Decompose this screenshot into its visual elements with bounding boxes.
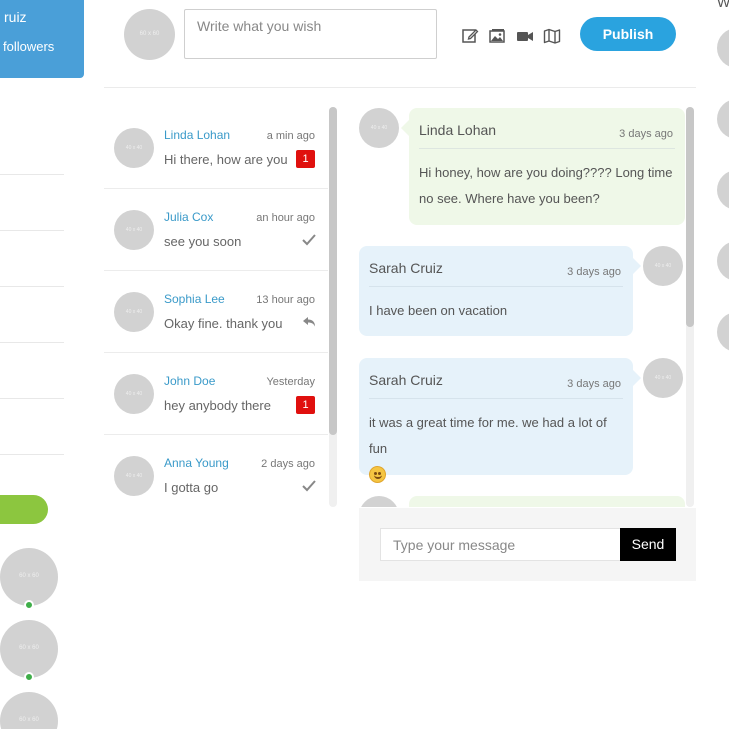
online-status-dot: [24, 600, 34, 610]
check-icon: [302, 234, 316, 246]
map-icon[interactable]: [543, 27, 561, 45]
message-bubble: Linda Lohan 3 days ago Hi honey, how are…: [401, 108, 685, 225]
suggested-avatar[interactable]: [717, 312, 729, 352]
message-time: 3 days ago: [619, 128, 673, 140]
message-sender: Sarah Cruiz: [369, 372, 443, 388]
green-action-button[interactable]: [0, 495, 48, 524]
send-button[interactable]: Send: [620, 528, 676, 561]
conversation-preview: I gotta go: [164, 480, 219, 495]
left-nav-divider: [0, 174, 64, 175]
profile-card[interactable]: ruiz followers: [0, 0, 84, 78]
conversation-time: a min ago: [266, 130, 315, 142]
avatar: 40 x 40: [114, 374, 154, 414]
conversation-name: Anna Young: [164, 456, 229, 470]
message-text: I have been on vacation: [369, 303, 508, 318]
conversation-preview: hey anybody there: [164, 398, 271, 413]
post-input[interactable]: [184, 9, 437, 59]
conversation-scrollbar[interactable]: [329, 107, 337, 435]
suggested-avatar[interactable]: [717, 241, 729, 281]
conversation-name: Julia Cox: [164, 210, 214, 224]
friend-avatar[interactable]: 60 x 60: [0, 692, 58, 729]
conversation-time: an hour ago: [256, 212, 315, 224]
conversation-preview: Hi there, how are you: [164, 152, 288, 167]
message-time: 3 days ago: [567, 266, 621, 278]
conversation-name: Sophia Lee: [164, 292, 225, 306]
message-text: Hi honey, how are you doing???? Long tim…: [419, 165, 673, 206]
avatar: 40 x 40: [359, 496, 399, 507]
message-input[interactable]: [380, 528, 621, 561]
followers-label[interactable]: followers: [3, 39, 54, 54]
edit-icon[interactable]: [461, 27, 479, 45]
composer-avatar: 60 x 60: [124, 9, 175, 60]
image-icon[interactable]: [488, 27, 506, 45]
message-sender: Linda Lohan: [419, 122, 497, 138]
message-bubble: Sarah Cruiz 3 days ago I have been on va…: [359, 246, 641, 336]
left-nav-divider: [0, 454, 64, 455]
conversation-time: Yesterday: [266, 376, 315, 388]
conversation-item[interactable]: 40 x 40 Julia Cox an hour ago see you so…: [104, 189, 328, 271]
conversation-item[interactable]: 40 x 40 Sophia Lee 13 hour ago Okay fine…: [104, 271, 328, 353]
left-nav-divider: [0, 398, 64, 399]
suggested-avatar[interactable]: [717, 170, 729, 210]
conversation-name: John Doe: [164, 374, 216, 388]
smile-emoji-icon: [369, 466, 386, 483]
avatar: 40 x 40: [643, 358, 683, 398]
conversation-item[interactable]: 40 x 40 John Doe Yesterday hey anybody t…: [104, 353, 328, 435]
check-icon: [302, 480, 316, 492]
chat-thread[interactable]: 40 x 40 Linda Lohan 3 days ago Hi honey,…: [359, 107, 685, 507]
avatar: 40 x 40: [114, 210, 154, 250]
message-bubble: [409, 496, 685, 507]
message-bubble: Sarah Cruiz 3 days ago it was a great ti…: [359, 358, 641, 483]
avatar: 40 x 40: [114, 456, 154, 496]
video-icon[interactable]: [516, 27, 534, 45]
conversation-preview: Okay fine. thank you: [164, 316, 283, 331]
avatar: 40 x 40: [643, 246, 683, 286]
unread-badge: 1: [296, 396, 315, 414]
left-nav-divider: [0, 230, 64, 231]
message-sender: Sarah Cruiz: [369, 260, 443, 276]
conversation-time: 2 days ago: [261, 458, 315, 470]
message-text: it was a great time for me. we had a lot…: [369, 415, 607, 456]
friend-avatar[interactable]: 60 x 60: [0, 548, 58, 606]
conversation-name: Linda Lohan: [164, 128, 231, 142]
avatar: 40 x 40: [114, 292, 154, 332]
suggested-avatar[interactable]: [717, 28, 729, 68]
message-compose-bar: Send: [359, 508, 696, 581]
conversation-preview: see you soon: [164, 234, 242, 249]
conversation-item[interactable]: 40 x 40 Anna Young 2 days ago I gotta go: [104, 435, 328, 507]
avatar: 40 x 40: [359, 108, 399, 148]
right-panel-heading: W: [717, 0, 729, 10]
suggested-avatar[interactable]: [717, 99, 729, 139]
profile-name: ruiz: [4, 9, 27, 25]
unread-badge: 1: [296, 150, 315, 168]
chat-scrollbar[interactable]: [686, 107, 694, 327]
avatar: 40 x 40: [114, 128, 154, 168]
publish-button[interactable]: Publish: [580, 17, 676, 51]
left-nav-divider: [0, 286, 64, 287]
message-time: 3 days ago: [567, 378, 621, 390]
reply-icon: [303, 317, 315, 327]
message-text-wrap: it was a great time for me. we had a lot…: [369, 410, 623, 488]
online-status-dot: [24, 672, 34, 682]
composer-divider: [104, 87, 696, 88]
friend-avatar[interactable]: 60 x 60: [0, 620, 58, 678]
conversation-time: 13 hour ago: [256, 294, 315, 306]
conversation-item[interactable]: 40 x 40 Linda Lohan a min ago Hi there, …: [104, 107, 328, 189]
conversation-list[interactable]: 40 x 40 Linda Lohan a min ago Hi there, …: [104, 107, 328, 507]
left-nav-divider: [0, 342, 64, 343]
